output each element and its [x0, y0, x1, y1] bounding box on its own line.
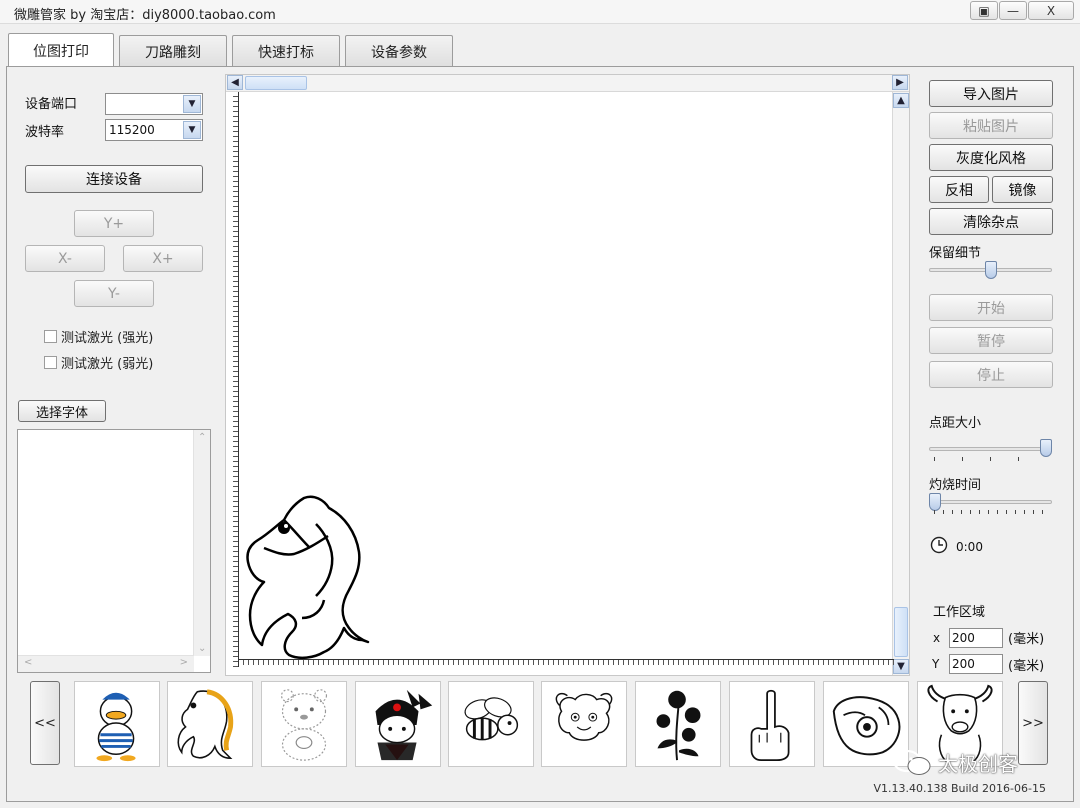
close-button[interactable]: X — [1028, 1, 1074, 20]
canvas-vscroll-thumb[interactable] — [894, 607, 908, 657]
mirror-button[interactable]: 镜像 — [992, 176, 1053, 203]
invert-button[interactable]: 反相 — [929, 176, 989, 203]
jog-x-plus-button[interactable]: X+ — [123, 245, 203, 272]
select-font-button[interactable]: 选择字体 — [18, 400, 106, 422]
scroll-up-icon[interactable]: ▲ — [893, 93, 909, 108]
scroll-left-icon[interactable]: < — [24, 657, 32, 668]
connect-device-button[interactable]: 连接设备 — [25, 165, 203, 193]
version-label: V1.13.40.138 Build 2016-06-15 — [873, 782, 1046, 795]
remove-noise-button[interactable]: 清除杂点 — [929, 208, 1053, 235]
stop-button[interactable]: 停止 — [929, 361, 1053, 388]
scroll-down-icon[interactable]: ▼ — [893, 659, 909, 674]
duck-icon — [96, 692, 136, 762]
canvas-vscroll[interactable]: ▲ ▼ — [892, 92, 909, 675]
test-laser-strong-label: 测试激光 (强光) — [61, 331, 154, 346]
tab-bitmap-print[interactable]: 位图打印 — [8, 33, 114, 67]
window-title: 微雕管家 by 淘宝店：diy8000.taobao.com — [14, 8, 276, 23]
paste-image-button[interactable]: 粘贴图片 — [929, 112, 1053, 139]
font-textbox-hscroll[interactable]: < > — [18, 655, 194, 672]
test-laser-weak-checkbox[interactable]: 测试激光 (弱光) — [44, 353, 153, 372]
font-textbox[interactable]: ⌃ ⌄ < > — [17, 429, 211, 673]
thumbnail-horse[interactable] — [167, 681, 253, 767]
watermark-text: 太极创客 — [938, 752, 1018, 776]
canvas-hscroll-thumb[interactable] — [245, 76, 307, 90]
dot-size-label: 点距大小 — [929, 416, 982, 431]
dot-size-slider-track[interactable] — [929, 447, 1052, 451]
dot-size-ticks — [934, 457, 1046, 461]
thumbnail-bee[interactable] — [448, 681, 534, 767]
clock-icon — [930, 536, 948, 554]
baud-select[interactable]: 115200 ▼ — [105, 119, 203, 141]
work-area-y-input[interactable]: 200 — [949, 654, 1003, 674]
wechat-icon — [892, 749, 931, 775]
checkbox-box[interactable] — [44, 356, 57, 369]
font-textbox-vscroll[interactable]: ⌃ ⌄ — [193, 430, 210, 656]
rose-icon — [656, 690, 701, 761]
grayscale-style-button[interactable]: 灰度化风格 — [929, 144, 1053, 171]
finger-icon — [750, 689, 790, 762]
burn-time-label: 灼烧时间 — [929, 478, 982, 493]
minimize-button[interactable]: — — [999, 1, 1027, 20]
thumbnails-next-button[interactable]: >> — [1018, 681, 1048, 765]
y-label: Y — [932, 657, 940, 671]
x-label: x — [933, 631, 941, 645]
baud-label: 波特率 — [25, 125, 65, 140]
thumbnail-rabbit[interactable] — [355, 681, 441, 767]
port-label: 设备端口 — [25, 97, 78, 112]
start-button[interactable]: 开始 — [929, 294, 1053, 321]
tab-device-params[interactable]: 设备参数 — [345, 35, 453, 67]
thumbnail-finger[interactable] — [729, 681, 815, 767]
horse-drawing[interactable] — [244, 490, 374, 665]
rabbit-icon — [375, 689, 433, 761]
jog-y-plus-button[interactable]: Y+ — [74, 210, 154, 237]
jog-y-minus-button[interactable]: Y- — [74, 280, 154, 307]
y-unit-label: (毫米) — [1008, 659, 1045, 674]
x-unit-label: (毫米) — [1008, 632, 1045, 647]
window-controls: ▣ — X — [969, 1, 1074, 20]
scroll-up-icon[interactable]: ⌃ — [198, 432, 206, 443]
work-area-label: 工作区域 — [933, 605, 986, 620]
port-select[interactable]: ▼ — [105, 93, 203, 115]
scroll-left-icon[interactable]: ◀ — [227, 75, 243, 90]
scroll-right-icon[interactable]: ▶ — [892, 75, 908, 90]
thumbnail-bear[interactable] — [261, 681, 347, 767]
canvas-hscroll[interactable]: ◀ ▶ — [226, 75, 909, 92]
timer-value: 0:00 — [956, 540, 983, 554]
burn-time-ticks — [934, 510, 1048, 514]
dot-size-slider-thumb[interactable] — [1040, 439, 1052, 457]
test-laser-strong-checkbox[interactable]: 测试激光 (强光) — [44, 327, 153, 346]
thumbnails-prev-button[interactable]: << — [30, 681, 60, 765]
burn-time-slider-thumb[interactable] — [929, 493, 941, 511]
baud-value: 115200 — [109, 123, 155, 137]
scroll-down-icon[interactable]: ⌄ — [198, 643, 206, 654]
import-image-button[interactable]: 导入图片 — [929, 80, 1053, 107]
title-bar: 微雕管家 by 淘宝店：diy8000.taobao.com ▣ — X — [0, 0, 1080, 24]
chevron-down-icon[interactable]: ▼ — [183, 95, 201, 113]
detail-label: 保留细节 — [929, 246, 982, 261]
thumbnail-duck[interactable] — [74, 681, 160, 767]
thumbnail-sheep[interactable] — [541, 681, 627, 767]
tab-bar: 位图打印 刀路雕刻 快速打标 设备参数 — [8, 33, 458, 67]
jog-x-minus-button[interactable]: X- — [25, 245, 105, 272]
scroll-right-icon[interactable]: > — [180, 657, 188, 668]
bee-icon — [464, 697, 519, 741]
pause-button[interactable]: 暂停 — [929, 327, 1053, 354]
watermark: 太极创客 — [892, 748, 1018, 777]
tab-path-engrave[interactable]: 刀路雕刻 — [119, 35, 227, 67]
work-area-x-input[interactable]: 200 — [949, 628, 1003, 648]
engrave-canvas[interactable]: ◀ ▶ ▲ ▼ — [225, 74, 910, 676]
test-laser-weak-label: 测试激光 (弱光) — [61, 357, 154, 372]
thumbnail-rose[interactable] — [635, 681, 721, 767]
checkbox-box[interactable] — [44, 330, 57, 343]
window-menu-button[interactable]: ▣ — [970, 1, 998, 20]
horse-color-icon — [177, 689, 234, 759]
chevron-down-icon[interactable]: ▼ — [183, 121, 201, 139]
detail-slider-thumb[interactable] — [984, 261, 997, 279]
burn-time-slider-track[interactable] — [929, 500, 1052, 504]
left-ruler — [226, 92, 239, 667]
bear-icon — [280, 689, 328, 761]
tab-quick-mark[interactable]: 快速打标 — [232, 35, 340, 67]
sheep-icon — [555, 692, 613, 741]
